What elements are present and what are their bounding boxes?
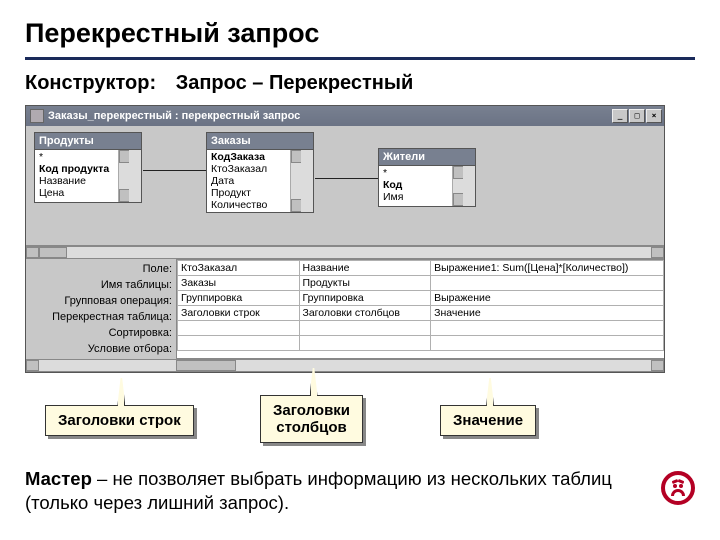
field-item[interactable]: КтоЗаказал (209, 163, 299, 175)
grid-cell[interactable]: Продукты (299, 276, 431, 291)
row-label-criteria: Условие отбора: (30, 341, 172, 357)
callouts-layer: Заголовки строк Заголовки столбцов Значе… (25, 369, 665, 449)
table-products-header[interactable]: Продукты (35, 133, 141, 150)
slide-title: Перекрестный запрос (25, 18, 695, 60)
design-grid-table[interactable]: КтоЗаказал Название Выражение1: Sum([Цен… (177, 260, 664, 351)
table-orders-header[interactable]: Заказы (207, 133, 313, 150)
table-scrollbar[interactable] (290, 150, 301, 212)
subtitle-label: Конструктор: (25, 72, 156, 94)
join-line[interactable] (315, 178, 378, 179)
field-item[interactable]: КодЗаказа (209, 151, 299, 163)
field-item[interactable]: Продукт (209, 187, 299, 199)
field-item[interactable]: Имя (381, 191, 461, 203)
grid-cell[interactable]: Выражение (431, 291, 664, 306)
table-scrollbar[interactable] (452, 166, 463, 206)
upper-hscrollbar[interactable] (26, 246, 664, 259)
maximize-button[interactable]: □ (629, 109, 645, 123)
grid-cell[interactable] (431, 336, 664, 351)
grid-cell[interactable] (431, 276, 664, 291)
table-scrollbar[interactable] (118, 150, 129, 202)
grid-cell[interactable]: Группировка (299, 291, 431, 306)
field-item[interactable]: Код (381, 179, 461, 191)
minimize-button[interactable]: _ (612, 109, 628, 123)
grid-cell[interactable] (431, 321, 664, 336)
field-item[interactable]: Дата (209, 175, 299, 187)
grid-cell[interactable]: Заголовки строк (178, 306, 300, 321)
grid-cell[interactable]: КтоЗаказал (178, 261, 300, 276)
field-item[interactable]: Код продукта (37, 163, 127, 175)
table-products[interactable]: Продукты * Код продукта Название Цена (34, 132, 142, 203)
table-residents[interactable]: Жители * Код Имя (378, 148, 476, 207)
field-item[interactable]: Количество (209, 199, 299, 211)
row-label-table: Имя таблицы: (30, 277, 172, 293)
join-line[interactable] (143, 170, 206, 171)
row-label-sort: Сортировка: (30, 325, 172, 341)
window-icon (30, 109, 44, 123)
grid-cell[interactable] (178, 321, 300, 336)
row-label-total: Групповая операция: (30, 293, 172, 309)
grid-cell[interactable]: Группировка (178, 291, 300, 306)
row-label-field: Поле: (30, 261, 172, 277)
grid-cell[interactable]: Выражение1: Sum([Цена]*[Количество]) (431, 261, 664, 276)
callout-row-headings: Заголовки строк (45, 405, 194, 436)
grid-cell[interactable] (299, 321, 431, 336)
grid-cell[interactable] (178, 336, 300, 351)
table-orders[interactable]: Заказы КодЗаказа КтоЗаказал Дата Продукт… (206, 132, 314, 213)
footer-bold: Мастер (25, 468, 92, 489)
field-item[interactable]: * (37, 151, 127, 163)
grid-cell[interactable]: Название (299, 261, 431, 276)
design-grid: Поле: Имя таблицы: Групповая операция: П… (26, 259, 664, 359)
window-title: Заказы_перекрестный : перекрестный запро… (48, 110, 300, 122)
field-item[interactable]: Цена (37, 187, 127, 199)
grid-cell[interactable]: Заказы (178, 276, 300, 291)
slide-subtitle: Конструктор: Запрос – Перекрестный (25, 72, 695, 95)
field-item[interactable]: * (381, 167, 461, 179)
grid-cell[interactable]: Заголовки столбцов (299, 306, 431, 321)
query-designer-window: Заказы_перекрестный : перекрестный запро… (25, 105, 665, 373)
grid-cell[interactable] (299, 336, 431, 351)
footer-text: – не позволяет выбрать информацию из нес… (25, 468, 612, 513)
row-label-crosstab: Перекрестная таблица: (30, 309, 172, 325)
grid-row-labels: Поле: Имя таблицы: Групповая операция: П… (26, 259, 176, 359)
window-titlebar[interactable]: Заказы_перекрестный : перекрестный запро… (26, 106, 664, 126)
field-item[interactable]: Название (37, 175, 127, 187)
callout-value: Значение (440, 405, 536, 436)
subtitle-value: Запрос – Перекрестный (176, 72, 414, 94)
relationship-pane[interactable]: Продукты * Код продукта Название Цена За… (26, 126, 664, 246)
footer-note: Мастер – не позволяет выбрать информацию… (25, 467, 695, 515)
sad-face-icon (661, 471, 695, 505)
grid-cell[interactable]: Значение (431, 306, 664, 321)
close-button[interactable]: × (646, 109, 662, 123)
callout-col-headings: Заголовки столбцов (260, 395, 363, 443)
table-residents-header[interactable]: Жители (379, 149, 475, 166)
